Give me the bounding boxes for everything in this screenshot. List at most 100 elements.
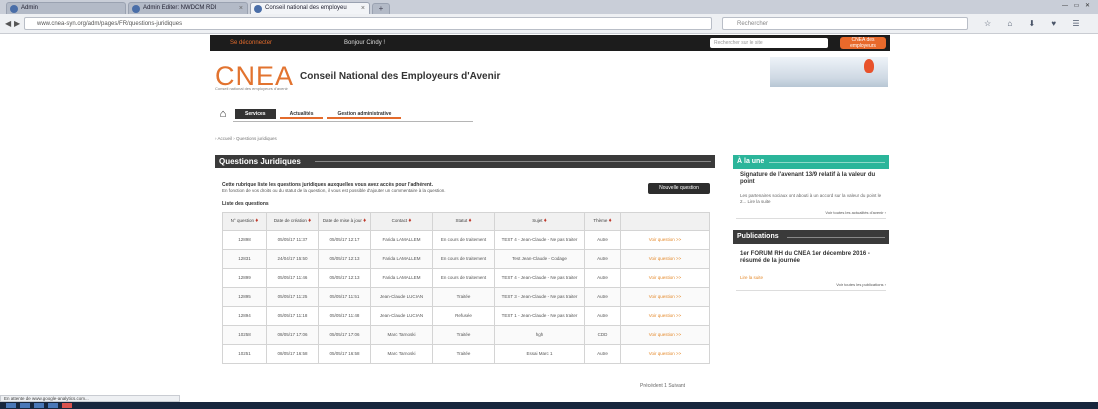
table-row[interactable]: 12895 05/05/17 11:25 05/05/17 11:51 Jean… <box>222 287 710 307</box>
table-row[interactable]: 12898 05/05/17 11:37 05/05/17 12:17 Fari… <box>222 230 710 250</box>
cell-subject: Test Jean-Claude - Codage <box>494 249 585 269</box>
column-header[interactable]: Thème ♦ <box>584 212 621 231</box>
publication-title-link[interactable]: 1er FORUM RH du CNEA 1er décembre 2016 -… <box>740 251 886 265</box>
sort-icon[interactable]: ♦ <box>468 218 471 224</box>
sort-icon[interactable]: ♦ <box>544 218 547 224</box>
questions-table: N° question ♦ Date de création ♦ Date de… <box>222 212 710 364</box>
column-header[interactable]: Date de création ♦ <box>266 212 319 231</box>
table-row[interactable]: 12894 05/05/17 11:18 05/05/17 11:48 Jean… <box>222 306 710 326</box>
cell-updated: 05/05/17 11:48 <box>318 306 371 326</box>
tab-favicon-icon <box>10 5 18 13</box>
sort-icon[interactable]: ♦ <box>255 218 258 224</box>
table-header-row: N° question ♦ Date de création ♦ Date de… <box>222 212 710 231</box>
new-question-button[interactable]: Nouvelle question <box>648 183 710 194</box>
pagination[interactable]: Précédent 1 Suivant <box>640 383 685 389</box>
read-more-link[interactable]: Lire la suite <box>740 275 763 280</box>
news-excerpt: Les partenaires sociaux ont abouti à un … <box>740 193 882 204</box>
view-question-link[interactable]: Voir question >> <box>620 325 710 345</box>
cell-updated: 05/05/17 11:51 <box>318 287 371 307</box>
window-controls[interactable]: — ▭ ✕ <box>1062 2 1092 9</box>
cell-theme: Autre <box>584 306 621 326</box>
cell-contact: Marc Tarnoski <box>370 344 433 364</box>
logout-link[interactable]: Se déconnecter <box>230 35 272 51</box>
heading-rule <box>787 237 885 238</box>
start-icon[interactable] <box>6 403 16 408</box>
sidebar-divider <box>736 290 886 291</box>
cell-status: Refusée <box>432 306 495 326</box>
column-header[interactable]: N° question ♦ <box>222 212 267 231</box>
back-icon[interactable]: ◀ <box>5 17 11 30</box>
sort-icon[interactable]: ♦ <box>363 218 366 224</box>
url-bar[interactable]: www.cnea-syn.org/adm/pages/FR/questions-… <box>24 17 712 30</box>
table-row[interactable]: 10251 08/05/17 16:58 05/05/17 16:58 Marc… <box>222 344 710 364</box>
news-title-link[interactable]: Signature de l'avenant 13/9 relatif à la… <box>740 172 886 186</box>
view-question-link[interactable]: Voir question >> <box>620 249 710 269</box>
browser-search-input[interactable]: Rechercher <box>722 17 968 30</box>
cell-subject: TEST 1 - Jean-Claude - Ne pas traiter <box>494 306 585 326</box>
cell-created: 24/04/17 15:50 <box>266 249 319 269</box>
cell-status: Traitée <box>432 325 495 345</box>
cell-number: 12894 <box>222 306 267 326</box>
logo-tagline: Conseil national des employeurs d'avenir <box>215 86 288 91</box>
cell-theme: Autre <box>584 287 621 307</box>
table-row[interactable]: 12899 05/05/17 11:46 05/05/17 12:13 Fari… <box>222 268 710 288</box>
breadcrumb[interactable]: › Accueil › Questions juridiques <box>215 136 277 141</box>
browser-tab-admin[interactable]: Admin <box>6 2 126 14</box>
column-header[interactable]: Sujet ♦ <box>494 212 585 231</box>
cell-contact: Jean-Claude LUCIAN <box>370 287 433 307</box>
cell-theme: Autre <box>584 249 621 269</box>
browser-tab-admin-editer[interactable]: Admin Editer: NWDCM RDI × <box>128 2 248 14</box>
home-icon[interactable]: ⌂ <box>215 108 231 120</box>
all-publications-link[interactable]: Voir toutes les publications › <box>740 282 886 287</box>
cell-updated: 05/05/17 12:13 <box>318 268 371 288</box>
cell-updated: 05/05/17 12:13 <box>318 249 371 269</box>
close-tab-icon[interactable]: × <box>361 3 365 14</box>
cell-created: 05/05/17 11:25 <box>266 287 319 307</box>
cell-created: 08/05/17 16:58 <box>266 344 319 364</box>
cell-contact: Marc Tarnoski <box>370 325 433 345</box>
taskbar-app-icon[interactable] <box>62 403 72 408</box>
column-header[interactable]: Contact ♦ <box>370 212 433 231</box>
sidebar-divider <box>736 218 886 219</box>
cell-status: En cours de traitement <box>432 230 495 250</box>
menu-item-gestion-administrative[interactable]: Gestion administrative <box>327 109 402 119</box>
sort-icon[interactable]: ♦ <box>408 218 411 224</box>
cell-status: En cours de traitement <box>432 249 495 269</box>
forward-icon[interactable]: ▶ <box>14 17 20 30</box>
site-search-input[interactable]: Rechercher sur le site <box>710 38 828 48</box>
taskbar-app-icon[interactable] <box>48 403 58 408</box>
cell-created: 05/05/17 11:18 <box>266 306 319 326</box>
menu-item-services[interactable]: Services <box>235 109 276 119</box>
site-top-strip: Se déconnecter Bonjour Cindy ! Recherche… <box>210 35 890 51</box>
table-row[interactable]: 12831 24/04/17 15:50 05/05/17 12:13 Fari… <box>222 249 710 269</box>
sort-icon[interactable]: ♦ <box>609 218 612 224</box>
cell-updated: 05/05/17 16:58 <box>318 344 371 364</box>
view-question-link[interactable]: Voir question >> <box>620 344 710 364</box>
tab-favicon-icon <box>254 5 262 13</box>
cell-number: 12895 <box>222 287 267 307</box>
close-tab-icon[interactable]: × <box>239 3 243 14</box>
view-question-link[interactable]: Voir question >> <box>620 306 710 326</box>
header-banner-image <box>770 57 888 87</box>
browser-tab-bar: Admin Admin Editer: NWDCM RDI × Conseil n… <box>0 0 1098 14</box>
new-tab-button[interactable]: + <box>372 3 390 14</box>
menu-item-actualites[interactable]: Actualités <box>279 109 324 119</box>
view-question-link[interactable]: Voir question >> <box>620 268 710 288</box>
taskbar-app-icon[interactable] <box>34 403 44 408</box>
cell-updated: 05/05/17 12:17 <box>318 230 371 250</box>
all-news-link[interactable]: Voir toutes les actualités d'avenir › <box>740 210 886 215</box>
view-question-link[interactable]: Voir question >> <box>620 230 710 250</box>
toolbar-icons[interactable]: ☆ ⌂ ⬇ ♥ ☰ <box>984 17 1087 30</box>
browser-tab-cnea[interactable]: Conseil national des employeu × <box>250 2 370 14</box>
column-header[interactable]: Statut ♦ <box>432 212 495 231</box>
taskbar-app-icon[interactable] <box>20 403 30 408</box>
view-question-link[interactable]: Voir question >> <box>620 287 710 307</box>
table-row[interactable]: 10258 08/05/17 17:06 05/05/17 17:06 Marc… <box>222 325 710 345</box>
greeting: Bonjour Cindy ! <box>344 40 386 46</box>
cnea-mini-logo[interactable]: CNEA des employeurs <box>840 37 886 49</box>
cell-contact: Jean-Claude LUCIAN <box>370 306 433 326</box>
column-header[interactable]: Date de mise à jour ♦ <box>318 212 371 231</box>
heading-rule <box>315 161 711 162</box>
cell-status: Traitée <box>432 344 495 364</box>
sort-icon[interactable]: ♦ <box>308 218 311 224</box>
